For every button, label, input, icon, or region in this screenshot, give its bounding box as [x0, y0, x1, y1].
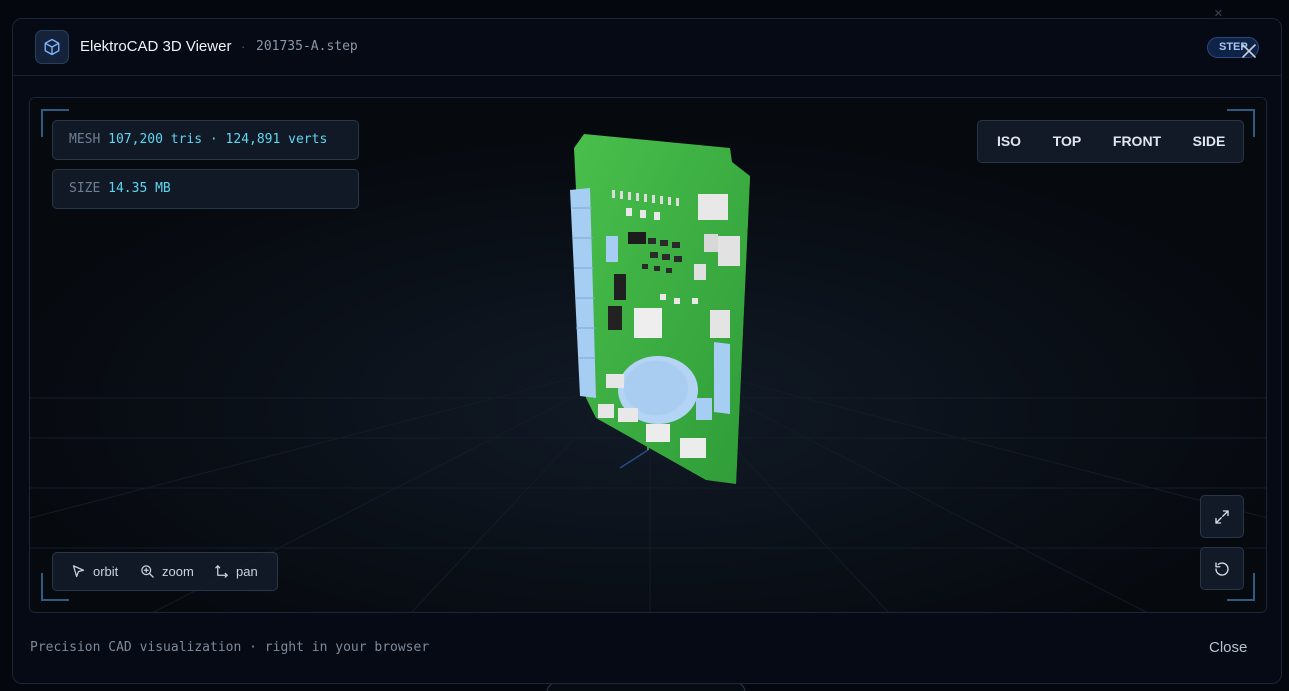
- modal-title: ElektroCAD 3D Viewer: [80, 38, 232, 55]
- view-top-button[interactable]: TOP: [1042, 121, 1092, 162]
- title-separator: ·: [241, 39, 246, 54]
- footer-tagline: Precision CAD visualization · right in y…: [30, 640, 430, 655]
- reset-view-button[interactable]: [1200, 547, 1244, 590]
- viewer-modal: ElektroCAD 3D Viewer · 201735-A.step STE…: [12, 18, 1282, 684]
- navigation-hints: orbit zoom pan: [52, 552, 278, 591]
- mesh-stat: MESH 107,200 tris · 124,891 verts: [52, 120, 359, 160]
- size-value: 14.35 MB: [108, 181, 171, 196]
- cursor-icon: [72, 565, 85, 578]
- pan-axes-icon: [215, 565, 228, 578]
- fullscreen-button[interactable]: [1200, 495, 1244, 538]
- hint-pan-label: pan: [236, 564, 258, 579]
- view-preset-group: ISO TOP FRONT SIDE: [977, 120, 1244, 163]
- size-label: SIZE: [69, 181, 101, 196]
- zoom-in-icon: [141, 565, 154, 578]
- hint-orbit-label: orbit: [93, 564, 119, 579]
- size-stat: SIZE 14.35 MB: [52, 169, 359, 209]
- hint-zoom: zoom: [140, 553, 194, 590]
- view-side-button[interactable]: SIDE: [1180, 121, 1238, 162]
- footer-close-button[interactable]: Close: [1209, 639, 1247, 656]
- view-front-button[interactable]: FRONT: [1102, 121, 1172, 162]
- hint-pan: pan: [214, 553, 258, 590]
- hint-zoom-label: zoom: [162, 564, 194, 579]
- modal-header: ElektroCAD 3D Viewer · 201735-A.step STE…: [13, 19, 1281, 76]
- view-iso-button[interactable]: ISO: [984, 121, 1034, 162]
- mesh-value: 107,200 tris · 124,891 verts: [108, 132, 328, 147]
- cube-icon: [35, 30, 69, 64]
- reset-view-icon: [1215, 561, 1229, 576]
- hint-orbit: orbit: [71, 553, 118, 590]
- close-icon[interactable]: [1239, 41, 1259, 61]
- mesh-label: MESH: [69, 132, 101, 147]
- 3d-viewport[interactable]: MESH 107,200 tris · 124,891 verts SIZE 1…: [29, 97, 1267, 613]
- file-name: 201735-A.step: [256, 39, 358, 54]
- expand-icon: [1215, 509, 1229, 524]
